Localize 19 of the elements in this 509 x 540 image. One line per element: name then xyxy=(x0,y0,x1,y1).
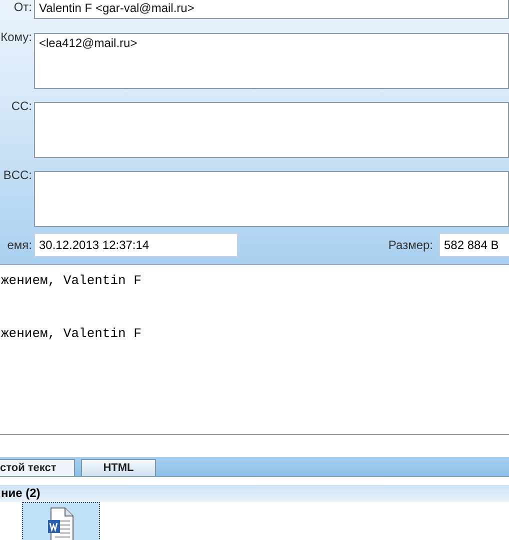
field-label: Размер: xyxy=(388,238,434,252)
message-line: жением, Valentin F xyxy=(1,273,142,288)
field-label: От: xyxy=(14,0,32,14)
from-field[interactable]: Valentin F <gar-val@mail.ru> xyxy=(34,0,509,19)
field-label: Кому: xyxy=(0,30,32,44)
address-field[interactable]: <lea412@mail.ru> xyxy=(34,33,509,89)
address-field[interactable] xyxy=(34,102,509,158)
attachment-item[interactable] xyxy=(22,502,100,540)
message-line: жением, Valentin F xyxy=(1,326,142,341)
view-tab[interactable]: стой текст xyxy=(0,459,75,476)
size-field[interactable]: 582 884 B xyxy=(439,233,509,257)
field-label: CC: xyxy=(11,99,32,113)
field-label: BCC: xyxy=(3,168,32,182)
address-field[interactable] xyxy=(34,171,509,227)
document-icon xyxy=(47,507,75,540)
field-label: емя: xyxy=(7,238,32,252)
attachments-title: ние (2) xyxy=(1,486,40,500)
view-tab[interactable]: HTML xyxy=(81,459,156,476)
time-field[interactable]: 30.12.2013 12:37:14 xyxy=(34,233,238,257)
